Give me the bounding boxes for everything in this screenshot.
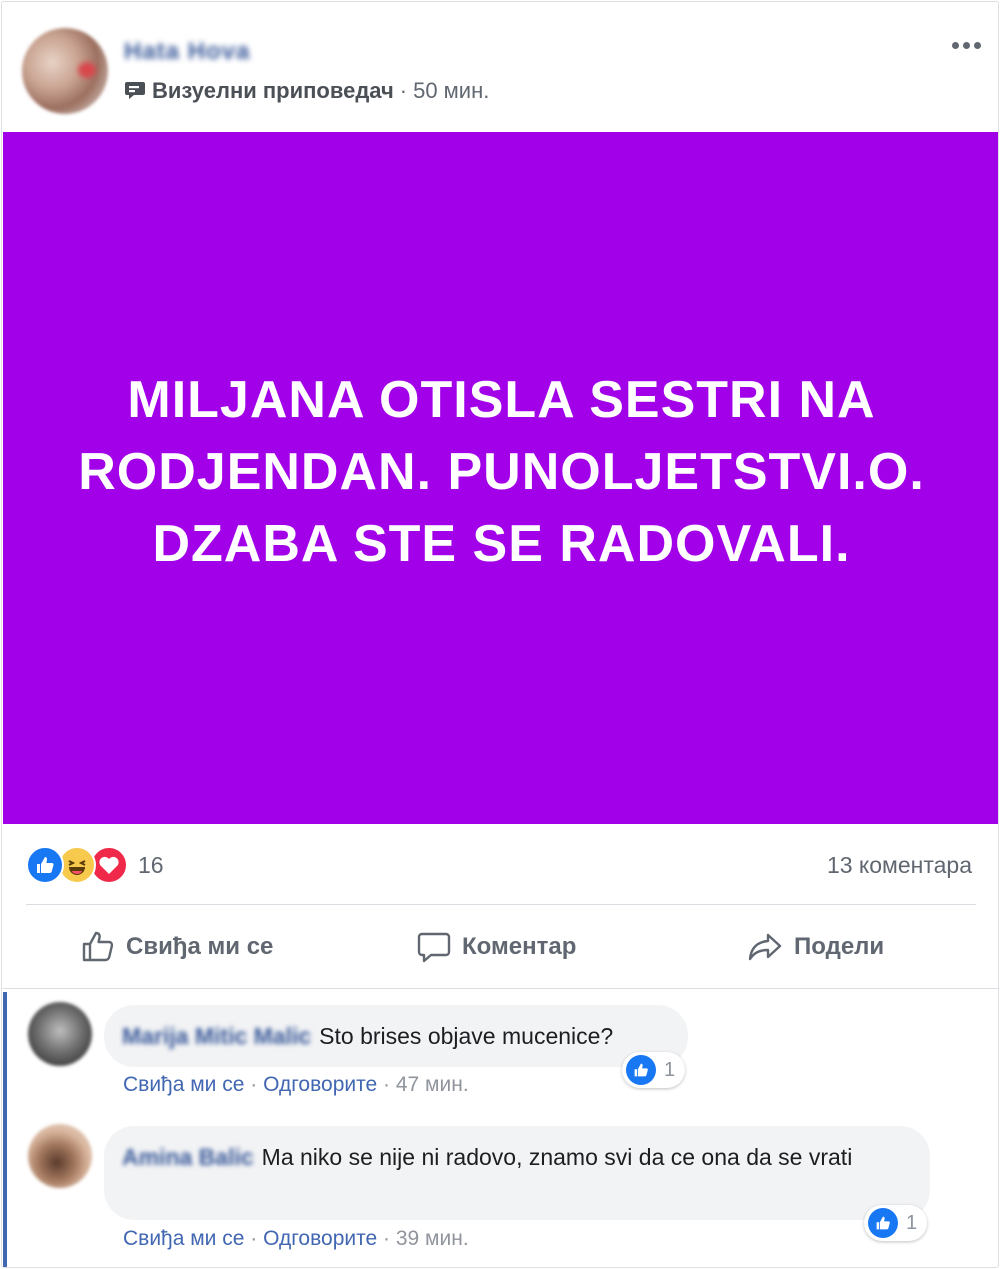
post-timestamp[interactable]: 50 мин. bbox=[413, 78, 489, 104]
comment-icon bbox=[417, 932, 451, 963]
comment-reaction-badge[interactable]: 1 bbox=[864, 1205, 928, 1241]
meta-separator: · bbox=[383, 1227, 396, 1250]
post-text: MILJANA OTISLA SESTRI NA RODJENDAN. PUNO… bbox=[78, 371, 925, 573]
comment-reaction-count: 1 bbox=[664, 1058, 676, 1081]
comment-reply-link[interactable]: Одговорите bbox=[263, 1227, 377, 1250]
comments-section-indicator bbox=[3, 992, 7, 1267]
comment-text: Ma niko se nije ni radovo, znamo svi da … bbox=[261, 1144, 853, 1170]
post-meta: Визуелни приповедач · 50 мин. bbox=[124, 78, 489, 104]
comment-like-link[interactable]: Свиђа ми се bbox=[123, 1227, 244, 1250]
comments-count-link[interactable]: 13 коментара bbox=[827, 852, 972, 879]
share-button-label: Подели bbox=[794, 933, 885, 960]
comment-meta: Свиђа ми се · Одговорите · 47 мин. bbox=[123, 1073, 469, 1097]
divider bbox=[26, 904, 976, 905]
like-icon bbox=[868, 1208, 898, 1238]
speech-bubble-badge-icon bbox=[124, 80, 148, 102]
comment-button[interactable]: Коментар bbox=[416, 922, 576, 972]
comment-reaction-badge[interactable]: 1 bbox=[622, 1052, 686, 1088]
comment-bubble: Marija Mitic Malic Sto brises objave muce… bbox=[104, 1005, 688, 1067]
comment-timestamp[interactable]: 47 мин. bbox=[396, 1073, 469, 1096]
meta-separator: · bbox=[383, 1073, 396, 1096]
post-card: Hata Hova Визуелни приповедач · 50 мин. … bbox=[1, 1, 999, 1268]
dot-icon bbox=[962, 41, 970, 49]
author-avatar[interactable] bbox=[22, 28, 108, 114]
comment-text: Sto brises objave mucenice? bbox=[319, 1023, 614, 1049]
meta-separator: · bbox=[250, 1227, 264, 1250]
dot-icon bbox=[973, 41, 981, 49]
like-icon bbox=[26, 846, 64, 884]
meta-separator: · bbox=[399, 78, 408, 103]
post-background[interactable]: MILJANA OTISLA SESTRI NA RODJENDAN. PUNO… bbox=[3, 132, 998, 824]
dot-icon bbox=[951, 41, 959, 49]
comment-button-label: Коментар bbox=[462, 933, 577, 960]
comment-bubble: Amina Balic Ma niko se nije ni radovo, zn… bbox=[104, 1126, 930, 1220]
thumbs-up-icon bbox=[82, 931, 114, 962]
divider bbox=[3, 988, 998, 989]
commenter-name[interactable]: Amina Balic bbox=[122, 1144, 254, 1170]
comment-timestamp[interactable]: 39 мин. bbox=[396, 1227, 469, 1250]
commenter-avatar[interactable] bbox=[28, 1124, 92, 1188]
author-name[interactable]: Hata Hova bbox=[124, 38, 250, 66]
reactions-count: 16 bbox=[138, 851, 164, 878]
share-button[interactable]: Подели bbox=[746, 922, 884, 972]
like-button[interactable]: Свиђа ми се bbox=[80, 922, 273, 972]
like-icon bbox=[626, 1055, 656, 1085]
comment-meta: Свиђа ми се · Одговорите · 39 мин. bbox=[123, 1227, 469, 1251]
comment-reply-link[interactable]: Одговорите bbox=[263, 1073, 377, 1096]
reactions-summary[interactable]: 16 bbox=[26, 846, 164, 884]
comment-like-link[interactable]: Свиђа ми се bbox=[123, 1073, 244, 1096]
more-options-button[interactable] bbox=[946, 30, 986, 60]
commenter-avatar[interactable] bbox=[28, 1002, 92, 1066]
comment-reaction-count: 1 bbox=[906, 1211, 918, 1234]
meta-separator: · bbox=[250, 1073, 264, 1096]
share-arrow-icon bbox=[748, 933, 782, 961]
like-button-label: Свиђа ми се bbox=[126, 933, 274, 960]
author-badge[interactable]: Визуелни приповедач bbox=[152, 78, 394, 104]
commenter-name[interactable]: Marija Mitic Malic bbox=[122, 1023, 311, 1049]
